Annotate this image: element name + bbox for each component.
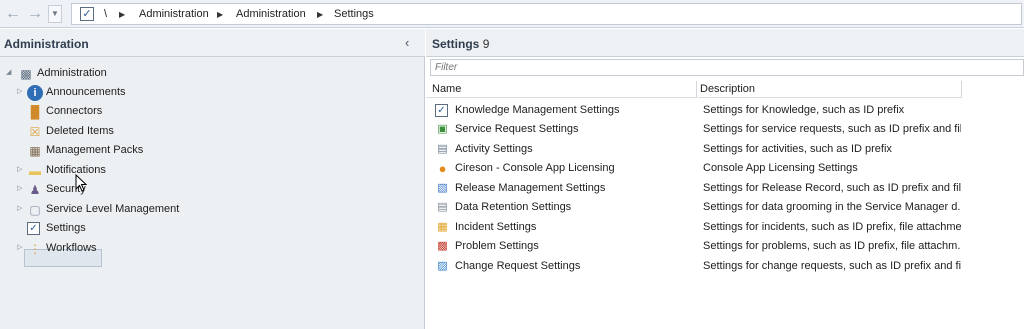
checkbox-icon: ✓	[435, 104, 448, 117]
content-pane: Settings 9 Name Description ✓ Knowledge …	[426, 29, 1024, 329]
row-description: Settings for activities, such as ID pref…	[703, 143, 892, 155]
row-description: Settings for Knowledge, such as ID prefi…	[703, 104, 905, 116]
table-row[interactable]: ▩ Problem Settings Settings for problems…	[426, 237, 1024, 256]
navigation-pane: Administration ‹ ◢ ▩ Administration ▷ i …	[0, 29, 425, 329]
item-count: 9	[482, 37, 490, 51]
tree-item-label: Workflows	[46, 242, 97, 254]
tree-item-label: Management Packs	[46, 144, 144, 156]
row-description: Settings for Release Record, such as ID …	[703, 182, 961, 194]
breadcrumb-separator-icon[interactable]: ▶	[317, 10, 323, 19]
table-row[interactable]: ▣ Service Request Settings Settings for …	[426, 120, 1024, 139]
row-description: Settings for incidents, such as ID prefi…	[703, 221, 961, 233]
breadcrumb-root[interactable]: \	[104, 8, 107, 20]
table-row[interactable]: ✓ Knowledge Management Settings Settings…	[426, 101, 1024, 120]
breadcrumb-separator-icon[interactable]: ▶	[119, 10, 125, 19]
table-row[interactable]: ▨ Change Request Settings Settings for c…	[426, 257, 1024, 276]
incident-icon: ▦	[437, 221, 448, 233]
row-description: Console App Licensing Settings	[703, 162, 858, 174]
expand-arrow-icon[interactable]: ▷	[17, 165, 25, 173]
deleted-items-icon: ☒	[29, 125, 41, 139]
tree-item-label: Deleted Items	[46, 125, 114, 137]
row-description: Settings for problems, such as ID prefix…	[703, 240, 961, 252]
table-row[interactable]: ● Cireson - Console App Licensing Consol…	[426, 159, 1024, 178]
row-name: Change Request Settings	[455, 260, 581, 272]
row-name: Problem Settings	[455, 240, 539, 252]
row-name: Release Management Settings	[455, 182, 606, 194]
breadcrumb-item[interactable]: Administration	[139, 8, 209, 20]
data-retention-icon: ▤	[437, 201, 448, 213]
row-name: Incident Settings	[455, 221, 537, 233]
breadcrumb-item[interactable]: Settings	[334, 8, 374, 20]
management-pack-icon: ▦	[29, 144, 41, 158]
column-header-description[interactable]: Description	[698, 81, 962, 98]
breadcrumb-item[interactable]: Administration	[236, 8, 306, 20]
tree-item-label: Announcements	[46, 86, 126, 98]
tree-item-label: Service Level Management	[46, 203, 180, 215]
forward-arrow-icon[interactable]: →	[25, 4, 45, 24]
expand-arrow-icon[interactable]: ▷	[17, 204, 25, 212]
collapse-arrow-icon[interactable]: ◢	[6, 68, 14, 76]
expand-arrow-icon[interactable]: ▷	[17, 243, 25, 251]
table-row[interactable]: ▧ Release Management Settings Settings f…	[426, 179, 1024, 198]
release-icon: ▧	[437, 182, 448, 194]
row-description: Settings for data grooming in the Servic…	[703, 201, 961, 213]
row-name: Knowledge Management Settings	[455, 104, 620, 116]
administration-icon: ▩	[20, 67, 32, 81]
content-pane-header: Settings 9	[426, 29, 1024, 57]
row-description: Settings for change requests, such as ID…	[703, 260, 961, 272]
service-request-icon: ▣	[437, 123, 448, 135]
collapse-pane-icon[interactable]: ‹	[405, 35, 409, 50]
back-arrow-icon[interactable]: ←	[3, 4, 23, 24]
tree-root-label: Administration	[37, 67, 107, 79]
chevron-down-icon[interactable]: ▼	[48, 5, 62, 23]
folder-icon: ▬	[29, 164, 41, 178]
navigation-bar: ← → ▼ ✓ \ ▶ Administration ▶ Administrat…	[0, 0, 1024, 28]
breadcrumb-separator-icon[interactable]: ▶	[217, 10, 223, 19]
row-name: Data Retention Settings	[455, 201, 572, 213]
address-bar[interactable]: ✓ \ ▶ Administration ▶ Administration ▶ …	[71, 3, 1022, 25]
table-row[interactable]: ▤ Data Retention Settings Settings for d…	[426, 198, 1024, 217]
column-header-label: Name	[432, 83, 462, 95]
expand-arrow-icon[interactable]: ▷	[17, 184, 25, 192]
mouse-cursor-icon	[75, 174, 87, 192]
document-icon: ▢	[29, 203, 41, 217]
filter-input[interactable]	[430, 59, 1024, 76]
checkbox-icon: ✓	[27, 222, 40, 235]
table-row[interactable]: ▤ Activity Settings Settings for activit…	[426, 140, 1024, 159]
row-name: Cireson - Console App Licensing	[455, 162, 615, 174]
table-row[interactable]: ▦ Incident Settings Settings for inciden…	[426, 218, 1024, 237]
cireson-icon: ●	[438, 161, 447, 176]
row-description: Settings for service requests, such as I…	[703, 123, 961, 135]
tree-item-label: Settings	[46, 222, 86, 234]
content-pane-title: Settings 9	[432, 37, 489, 51]
checkbox-icon: ✓	[80, 7, 94, 21]
info-icon: i	[27, 85, 43, 101]
row-name: Activity Settings	[455, 143, 533, 155]
row-name: Service Request Settings	[455, 123, 579, 135]
activity-icon: ▤	[437, 143, 448, 155]
expand-arrow-icon[interactable]: ▷	[17, 87, 25, 95]
problem-icon: ▩	[437, 240, 448, 252]
navigation-pane-title: Administration	[4, 37, 89, 51]
column-header-name[interactable]: Name	[426, 81, 697, 98]
navigation-pane-header: Administration ‹	[0, 29, 425, 57]
workflow-icon: ⋮	[29, 242, 41, 256]
column-header-label: Description	[700, 83, 756, 95]
security-icon: ♟	[29, 183, 41, 197]
change-request-icon: ▨	[437, 260, 448, 272]
content-title-text: Settings	[432, 37, 480, 51]
tree-item-label: Connectors	[46, 105, 103, 117]
connector-icon: █	[30, 105, 40, 119]
